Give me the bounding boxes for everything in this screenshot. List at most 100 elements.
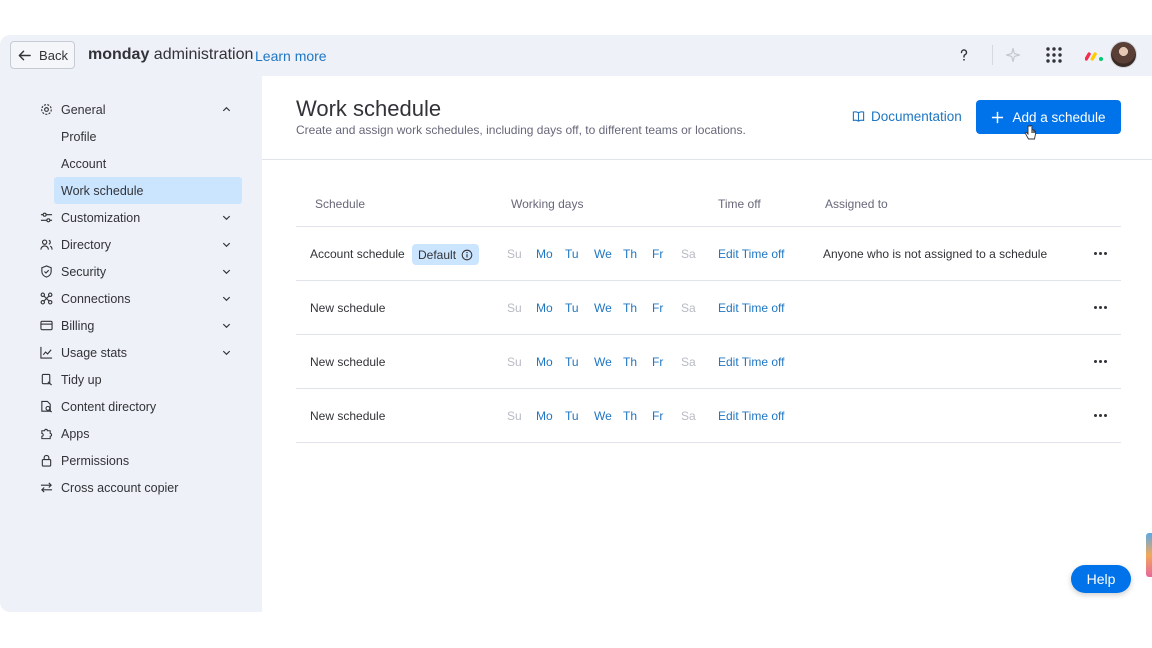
edit-time-off-link[interactable]: Edit Time off bbox=[718, 301, 784, 315]
chevron-down-icon bbox=[222, 215, 231, 221]
sidebar-item-customization[interactable]: Customization bbox=[40, 204, 242, 231]
more-options-icon[interactable] bbox=[1092, 353, 1108, 369]
schedule-name[interactable]: Account schedule bbox=[310, 247, 405, 261]
column-header-working-days: Working days bbox=[511, 197, 584, 211]
day-friday: Fr bbox=[652, 301, 664, 315]
page-subtitle: Create and assign work schedules, includ… bbox=[296, 123, 746, 137]
add-schedule-button[interactable]: Add a schedule bbox=[976, 100, 1121, 134]
swap-arrows-icon bbox=[40, 481, 53, 494]
more-options-icon[interactable] bbox=[1092, 245, 1108, 261]
day-saturday: Sa bbox=[681, 409, 696, 423]
lock-icon bbox=[40, 454, 53, 467]
top-bar: Back monday administration Learn more bbox=[0, 35, 1152, 76]
more-options-icon[interactable] bbox=[1092, 299, 1108, 315]
table-row[interactable]: New schedule Su Mo Tu We Th Fr Sa Edit T… bbox=[296, 389, 1121, 443]
learn-more-link[interactable]: Learn more bbox=[255, 48, 327, 64]
main-panel: Work schedule Create and assign work sch… bbox=[262, 76, 1152, 612]
sidebar-item-label: Billing bbox=[61, 318, 95, 333]
plus-icon bbox=[992, 111, 1004, 123]
help-button[interactable]: Help bbox=[1071, 565, 1131, 593]
schedule-table: Schedule Working days Time off Assigned … bbox=[296, 184, 1121, 443]
question-icon[interactable] bbox=[952, 43, 976, 67]
header-divider bbox=[262, 159, 1152, 160]
table-row[interactable]: New schedule Su Mo Tu We Th Fr Sa Edit T… bbox=[296, 281, 1121, 335]
edit-time-off-link[interactable]: Edit Time off bbox=[718, 355, 784, 369]
day-thursday: Th bbox=[623, 301, 638, 315]
working-days: Su Mo Tu We Th Fr Sa bbox=[507, 247, 710, 261]
sidebar-item-work-schedule[interactable]: Work schedule bbox=[54, 177, 242, 204]
working-days: Su Mo Tu We Th Fr Sa bbox=[507, 355, 710, 369]
day-sunday: Su bbox=[507, 301, 522, 315]
edit-time-off-link[interactable]: Edit Time off bbox=[718, 409, 784, 423]
sparkle-icon[interactable] bbox=[1001, 43, 1025, 67]
table-row[interactable]: New schedule Su Mo Tu We Th Fr Sa Edit T… bbox=[296, 335, 1121, 389]
schedule-name[interactable]: New schedule bbox=[310, 355, 385, 369]
default-badge: Default bbox=[412, 244, 480, 265]
documentation-label: Documentation bbox=[871, 109, 962, 124]
day-friday: Fr bbox=[652, 355, 664, 369]
user-avatar[interactable] bbox=[1110, 41, 1137, 68]
sidebar-item-label: Apps bbox=[61, 426, 90, 441]
day-monday: Mo bbox=[536, 301, 553, 315]
sidebar-item-content-directory[interactable]: Content directory bbox=[40, 393, 242, 420]
sidebar-item-permissions[interactable]: Permissions bbox=[40, 447, 242, 474]
broom-icon bbox=[40, 373, 53, 386]
chevron-down-icon bbox=[222, 269, 231, 275]
document-search-icon bbox=[40, 400, 53, 413]
sidebar-item-label: Customization bbox=[61, 210, 141, 225]
shield-icon bbox=[40, 265, 53, 278]
info-icon[interactable] bbox=[461, 249, 473, 261]
sidebar-item-security[interactable]: Security bbox=[40, 258, 242, 285]
day-friday: Fr bbox=[652, 409, 664, 423]
brand-name: monday bbox=[88, 46, 150, 63]
gear-icon bbox=[40, 103, 53, 116]
feedback-tab[interactable] bbox=[1146, 533, 1152, 577]
day-friday: Fr bbox=[652, 247, 664, 261]
day-sunday: Su bbox=[507, 409, 522, 423]
schedule-name[interactable]: New schedule bbox=[310, 409, 385, 423]
edit-time-off-link[interactable]: Edit Time off bbox=[718, 247, 784, 261]
sidebar-item-tidy-up[interactable]: Tidy up bbox=[40, 366, 242, 393]
book-icon bbox=[852, 111, 865, 122]
column-header-schedule: Schedule bbox=[315, 197, 366, 211]
day-sunday: Su bbox=[507, 355, 522, 369]
documentation-link[interactable]: Documentation bbox=[852, 109, 962, 124]
day-tuesday: Tu bbox=[565, 301, 579, 315]
grid-icon[interactable] bbox=[1042, 43, 1066, 67]
chevron-up-icon bbox=[222, 106, 231, 112]
back-button[interactable]: Back bbox=[10, 41, 75, 69]
column-header-time-off: Time off bbox=[718, 197, 761, 211]
page-title: Work schedule bbox=[296, 96, 442, 121]
add-schedule-label: Add a schedule bbox=[1012, 109, 1106, 125]
sidebar-item-usage-stats[interactable]: Usage stats bbox=[40, 339, 242, 366]
schedule-name[interactable]: New schedule bbox=[310, 301, 385, 315]
day-monday: Mo bbox=[536, 355, 553, 369]
assigned-to: Anyone who is not assigned to a schedule bbox=[823, 247, 1048, 261]
sidebar-item-label: Connections bbox=[61, 291, 131, 306]
sidebar-item-account[interactable]: Account bbox=[54, 150, 242, 177]
sidebar-item-billing[interactable]: Billing bbox=[40, 312, 242, 339]
sidebar-item-label: Tidy up bbox=[61, 372, 102, 387]
sidebar-item-label: Directory bbox=[61, 237, 112, 252]
day-saturday: Sa bbox=[681, 247, 696, 261]
sidebar-item-apps[interactable]: Apps bbox=[40, 420, 242, 447]
working-days: Su Mo Tu We Th Fr Sa bbox=[507, 409, 710, 423]
app-brand: monday administration bbox=[88, 46, 253, 64]
sidebar-item-cross-account-copier[interactable]: Cross account copier bbox=[40, 474, 242, 501]
sidebar-item-general[interactable]: General bbox=[40, 96, 242, 123]
table-row[interactable]: Account schedule Default Su Mo Tu We Th … bbox=[296, 227, 1121, 281]
sidebar-item-label: Content directory bbox=[61, 399, 157, 414]
topbar-divider bbox=[992, 45, 993, 65]
badge-label: Default bbox=[418, 247, 457, 262]
sidebar-item-connections[interactable]: Connections bbox=[40, 285, 242, 312]
sidebar-item-label: Cross account copier bbox=[61, 480, 179, 495]
sidebar-item-directory[interactable]: Directory bbox=[40, 231, 242, 258]
day-thursday: Th bbox=[623, 247, 638, 261]
more-options-icon[interactable] bbox=[1092, 407, 1108, 423]
sidebar-item-profile[interactable]: Profile bbox=[54, 123, 242, 150]
monday-logo-icon[interactable] bbox=[1083, 43, 1107, 67]
day-sunday: Su bbox=[507, 247, 522, 261]
day-monday: Mo bbox=[536, 409, 553, 423]
puzzle-icon bbox=[40, 427, 53, 440]
sidebar-item-label: Security bbox=[61, 264, 107, 279]
